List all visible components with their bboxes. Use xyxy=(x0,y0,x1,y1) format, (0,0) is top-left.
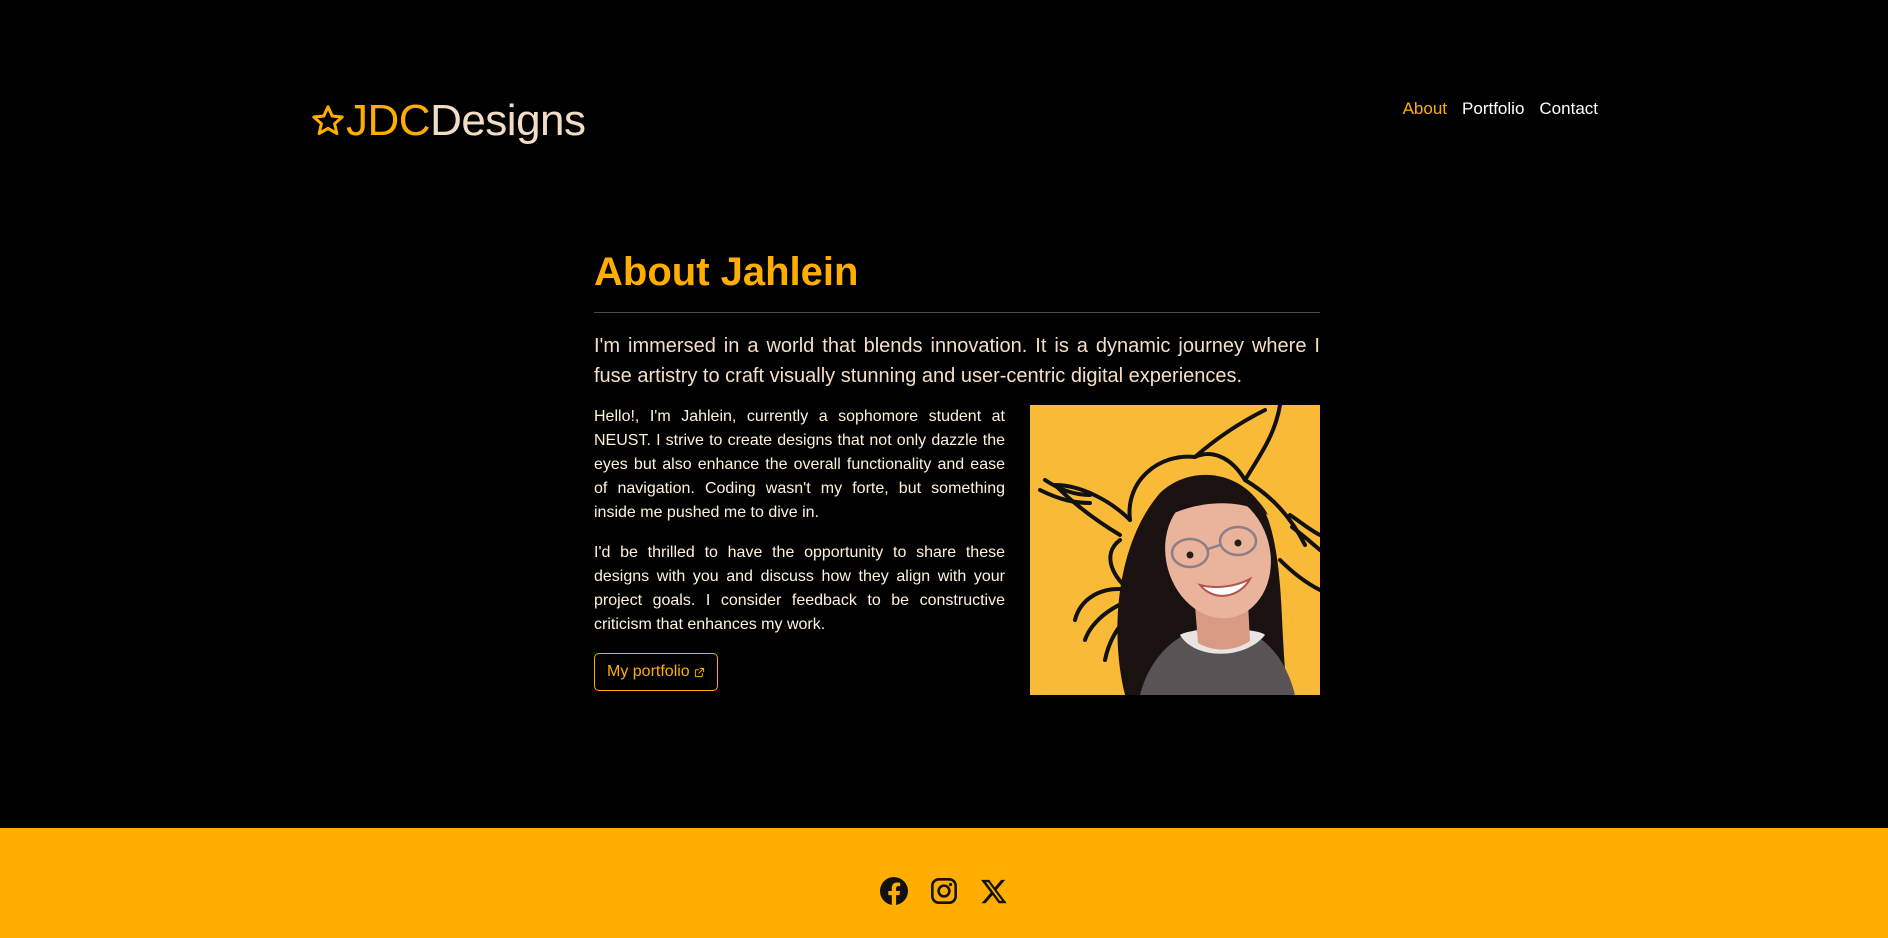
site-header: JDC Designs About Portfolio Contact xyxy=(310,96,1598,152)
lead-paragraph: I'm immersed in a world that blends inno… xyxy=(594,335,1320,387)
facebook-icon[interactable] xyxy=(880,877,908,905)
about-section: About Jahlein I'm immersed in a world th… xyxy=(594,248,1320,695)
feedback-paragraph: I'd be thrilled to have the opportunity … xyxy=(594,544,1005,633)
page: JDC Designs About Portfolio Contact About… xyxy=(0,0,1888,938)
page-title: About Jahlein xyxy=(594,250,859,294)
x-twitter-icon[interactable] xyxy=(980,877,1008,905)
portfolio-button[interactable]: My portfolio xyxy=(594,653,718,691)
external-link-icon xyxy=(694,667,704,677)
nav-link-contact[interactable]: Contact xyxy=(1539,99,1598,119)
nav-link-portfolio[interactable]: Portfolio xyxy=(1462,99,1524,119)
logo-text-jdc: JDC xyxy=(346,96,431,145)
star-outline-icon xyxy=(312,105,344,136)
social-links xyxy=(0,877,1888,905)
about-content: Hello!, I'm Jahlein, currently a sophomo… xyxy=(594,405,1320,695)
instagram-icon[interactable] xyxy=(930,877,958,905)
site-footer xyxy=(0,828,1888,938)
portfolio-button-label: My portfolio xyxy=(607,663,690,680)
title-divider xyxy=(594,312,1320,313)
site-logo[interactable]: JDC Designs xyxy=(310,96,586,146)
about-text: Hello!, I'm Jahlein, currently a sophomo… xyxy=(594,405,1005,695)
nav-link-about[interactable]: About xyxy=(1403,99,1447,119)
main-nav: About Portfolio Contact xyxy=(1403,99,1598,119)
logo-text-designs: Designs xyxy=(430,96,586,145)
profile-photo xyxy=(1030,405,1320,695)
intro-paragraph: Hello!, I'm Jahlein, currently a sophomo… xyxy=(594,408,1005,521)
profile-illustration xyxy=(1030,405,1320,695)
